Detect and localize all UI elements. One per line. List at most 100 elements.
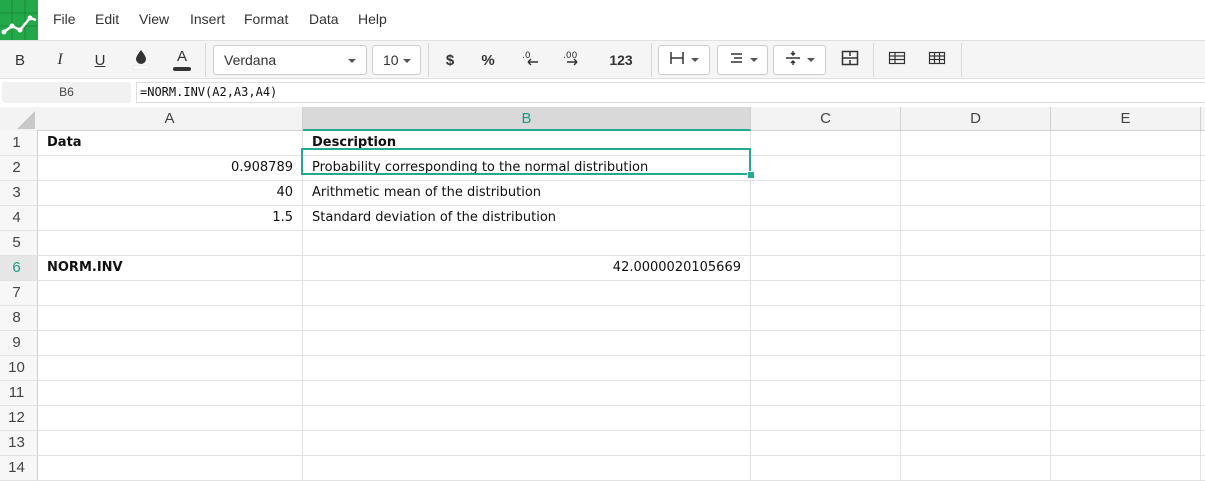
- row-header-5[interactable]: 5: [0, 231, 38, 256]
- grid-cell-c3[interactable]: [751, 181, 901, 206]
- grid-cell-a10[interactable]: [38, 356, 303, 381]
- grid-cell-c4[interactable]: [751, 206, 901, 231]
- insert-column-button[interactable]: [882, 41, 912, 79]
- grid-cell-d1[interactable]: [901, 131, 1051, 156]
- grid-cell-b5[interactable]: [303, 231, 751, 256]
- column-header-b[interactable]: B: [303, 107, 751, 131]
- grid-cell-f2[interactable]: [1201, 156, 1205, 181]
- grid-cell-f5[interactable]: [1201, 231, 1205, 256]
- column-header-a[interactable]: A: [37, 107, 303, 131]
- row-header-7[interactable]: 7: [0, 281, 38, 306]
- grid-cell-d9[interactable]: [901, 331, 1051, 356]
- grid-cell-f6[interactable]: [1201, 256, 1205, 281]
- increase-decimal-button[interactable]: .00: [557, 41, 587, 79]
- italic-button[interactable]: I: [46, 41, 74, 79]
- formula-input[interactable]: =NORM.INV(A2,A3,A4): [136, 82, 1205, 103]
- percent-format-button[interactable]: %: [474, 41, 502, 79]
- vertical-align-button[interactable]: [773, 45, 826, 75]
- grid-cell-d4[interactable]: [901, 206, 1051, 231]
- grid-cell-c7[interactable]: [751, 281, 901, 306]
- row-header-3[interactable]: 3: [0, 181, 38, 206]
- grid-cell-e9[interactable]: [1051, 331, 1201, 356]
- grid-cell-e1[interactable]: [1051, 131, 1201, 156]
- menu-format[interactable]: Format: [244, 11, 288, 27]
- grid-cell-e13[interactable]: [1051, 431, 1201, 456]
- row-header-6[interactable]: 6: [0, 256, 38, 281]
- column-header-f[interactable]: [1201, 107, 1205, 131]
- grid-cell-b11[interactable]: [303, 381, 751, 406]
- cell-b6[interactable]: 42.0000020105669: [303, 256, 751, 281]
- grid-cell-e10[interactable]: [1051, 356, 1201, 381]
- grid-cell-a9[interactable]: [38, 331, 303, 356]
- cell-reference-box[interactable]: B6: [2, 82, 131, 103]
- grid-cell-c11[interactable]: [751, 381, 901, 406]
- grid-cell-f8[interactable]: [1201, 306, 1205, 331]
- grid-cell-c5[interactable]: [751, 231, 901, 256]
- row-header-8[interactable]: 8: [0, 306, 38, 331]
- row-header-11[interactable]: 11: [0, 381, 38, 406]
- grid-cell-a14[interactable]: [38, 456, 303, 481]
- grid-cell-d11[interactable]: [901, 381, 1051, 406]
- grid-cell-e14[interactable]: [1051, 456, 1201, 481]
- menu-data[interactable]: Data: [309, 11, 339, 27]
- grid-cell-f10[interactable]: [1201, 356, 1205, 381]
- decrease-decimal-button[interactable]: .0: [516, 41, 546, 79]
- row-header-13[interactable]: 13: [0, 431, 38, 456]
- currency-format-button[interactable]: $: [436, 41, 464, 79]
- cell-b2[interactable]: Probability corresponding to the normal …: [303, 156, 751, 181]
- grid-cell-d14[interactable]: [901, 456, 1051, 481]
- grid-cell-f9[interactable]: [1201, 331, 1205, 356]
- grid-cell-e12[interactable]: [1051, 406, 1201, 431]
- menu-file[interactable]: File: [53, 11, 76, 27]
- cell-b1[interactable]: Description: [303, 131, 751, 156]
- menu-insert[interactable]: Insert: [190, 11, 225, 27]
- grid-cell-e7[interactable]: [1051, 281, 1201, 306]
- row-header-10[interactable]: 10: [0, 356, 38, 381]
- grid-cell-c6[interactable]: [751, 256, 901, 281]
- grid-cell-f12[interactable]: [1201, 406, 1205, 431]
- grid-cell-c12[interactable]: [751, 406, 901, 431]
- number-format-button[interactable]: 123: [600, 41, 642, 79]
- grid-cell-c10[interactable]: [751, 356, 901, 381]
- select-all-corner[interactable]: [0, 107, 38, 132]
- text-color-button[interactable]: A: [168, 41, 196, 79]
- grid-cell-d12[interactable]: [901, 406, 1051, 431]
- column-header-e[interactable]: E: [1051, 107, 1201, 131]
- merge-cells-button[interactable]: [835, 41, 865, 79]
- grid-cell-a8[interactable]: [38, 306, 303, 331]
- cell-a3[interactable]: 40: [38, 181, 303, 206]
- cell-a1[interactable]: Data: [38, 131, 303, 156]
- grid-cell-f7[interactable]: [1201, 281, 1205, 306]
- grid-cell-b8[interactable]: [303, 306, 751, 331]
- row-header-12[interactable]: 12: [0, 406, 38, 431]
- grid-cell-a13[interactable]: [38, 431, 303, 456]
- column-header-d[interactable]: D: [901, 107, 1051, 131]
- grid-cell-d5[interactable]: [901, 231, 1051, 256]
- grid-cell-e3[interactable]: [1051, 181, 1201, 206]
- column-header-c[interactable]: C: [751, 107, 901, 131]
- menu-help[interactable]: Help: [358, 11, 387, 27]
- grid-cell-c2[interactable]: [751, 156, 901, 181]
- grid-cell-e5[interactable]: [1051, 231, 1201, 256]
- bold-button[interactable]: B: [6, 41, 34, 79]
- grid-cell-d3[interactable]: [901, 181, 1051, 206]
- row-header-9[interactable]: 9: [0, 331, 38, 356]
- grid-cell-e8[interactable]: [1051, 306, 1201, 331]
- grid-cell-f3[interactable]: [1201, 181, 1205, 206]
- row-header-1[interactable]: 1: [0, 131, 38, 156]
- insert-row-button[interactable]: [922, 41, 952, 79]
- grid-cell-c14[interactable]: [751, 456, 901, 481]
- grid-cell-f11[interactable]: [1201, 381, 1205, 406]
- grid-cell-b10[interactable]: [303, 356, 751, 381]
- grid-cell-d2[interactable]: [901, 156, 1051, 181]
- grid-cell-e6[interactable]: [1051, 256, 1201, 281]
- fill-color-button[interactable]: [127, 41, 155, 79]
- grid-cell-d13[interactable]: [901, 431, 1051, 456]
- grid-cell-e11[interactable]: [1051, 381, 1201, 406]
- menu-view[interactable]: View: [139, 11, 169, 27]
- grid-cell-f14[interactable]: [1201, 456, 1205, 481]
- row-header-14[interactable]: 14: [0, 456, 38, 481]
- grid-cell-f13[interactable]: [1201, 431, 1205, 456]
- grid-cell-d10[interactable]: [901, 356, 1051, 381]
- grid-cell-a12[interactable]: [38, 406, 303, 431]
